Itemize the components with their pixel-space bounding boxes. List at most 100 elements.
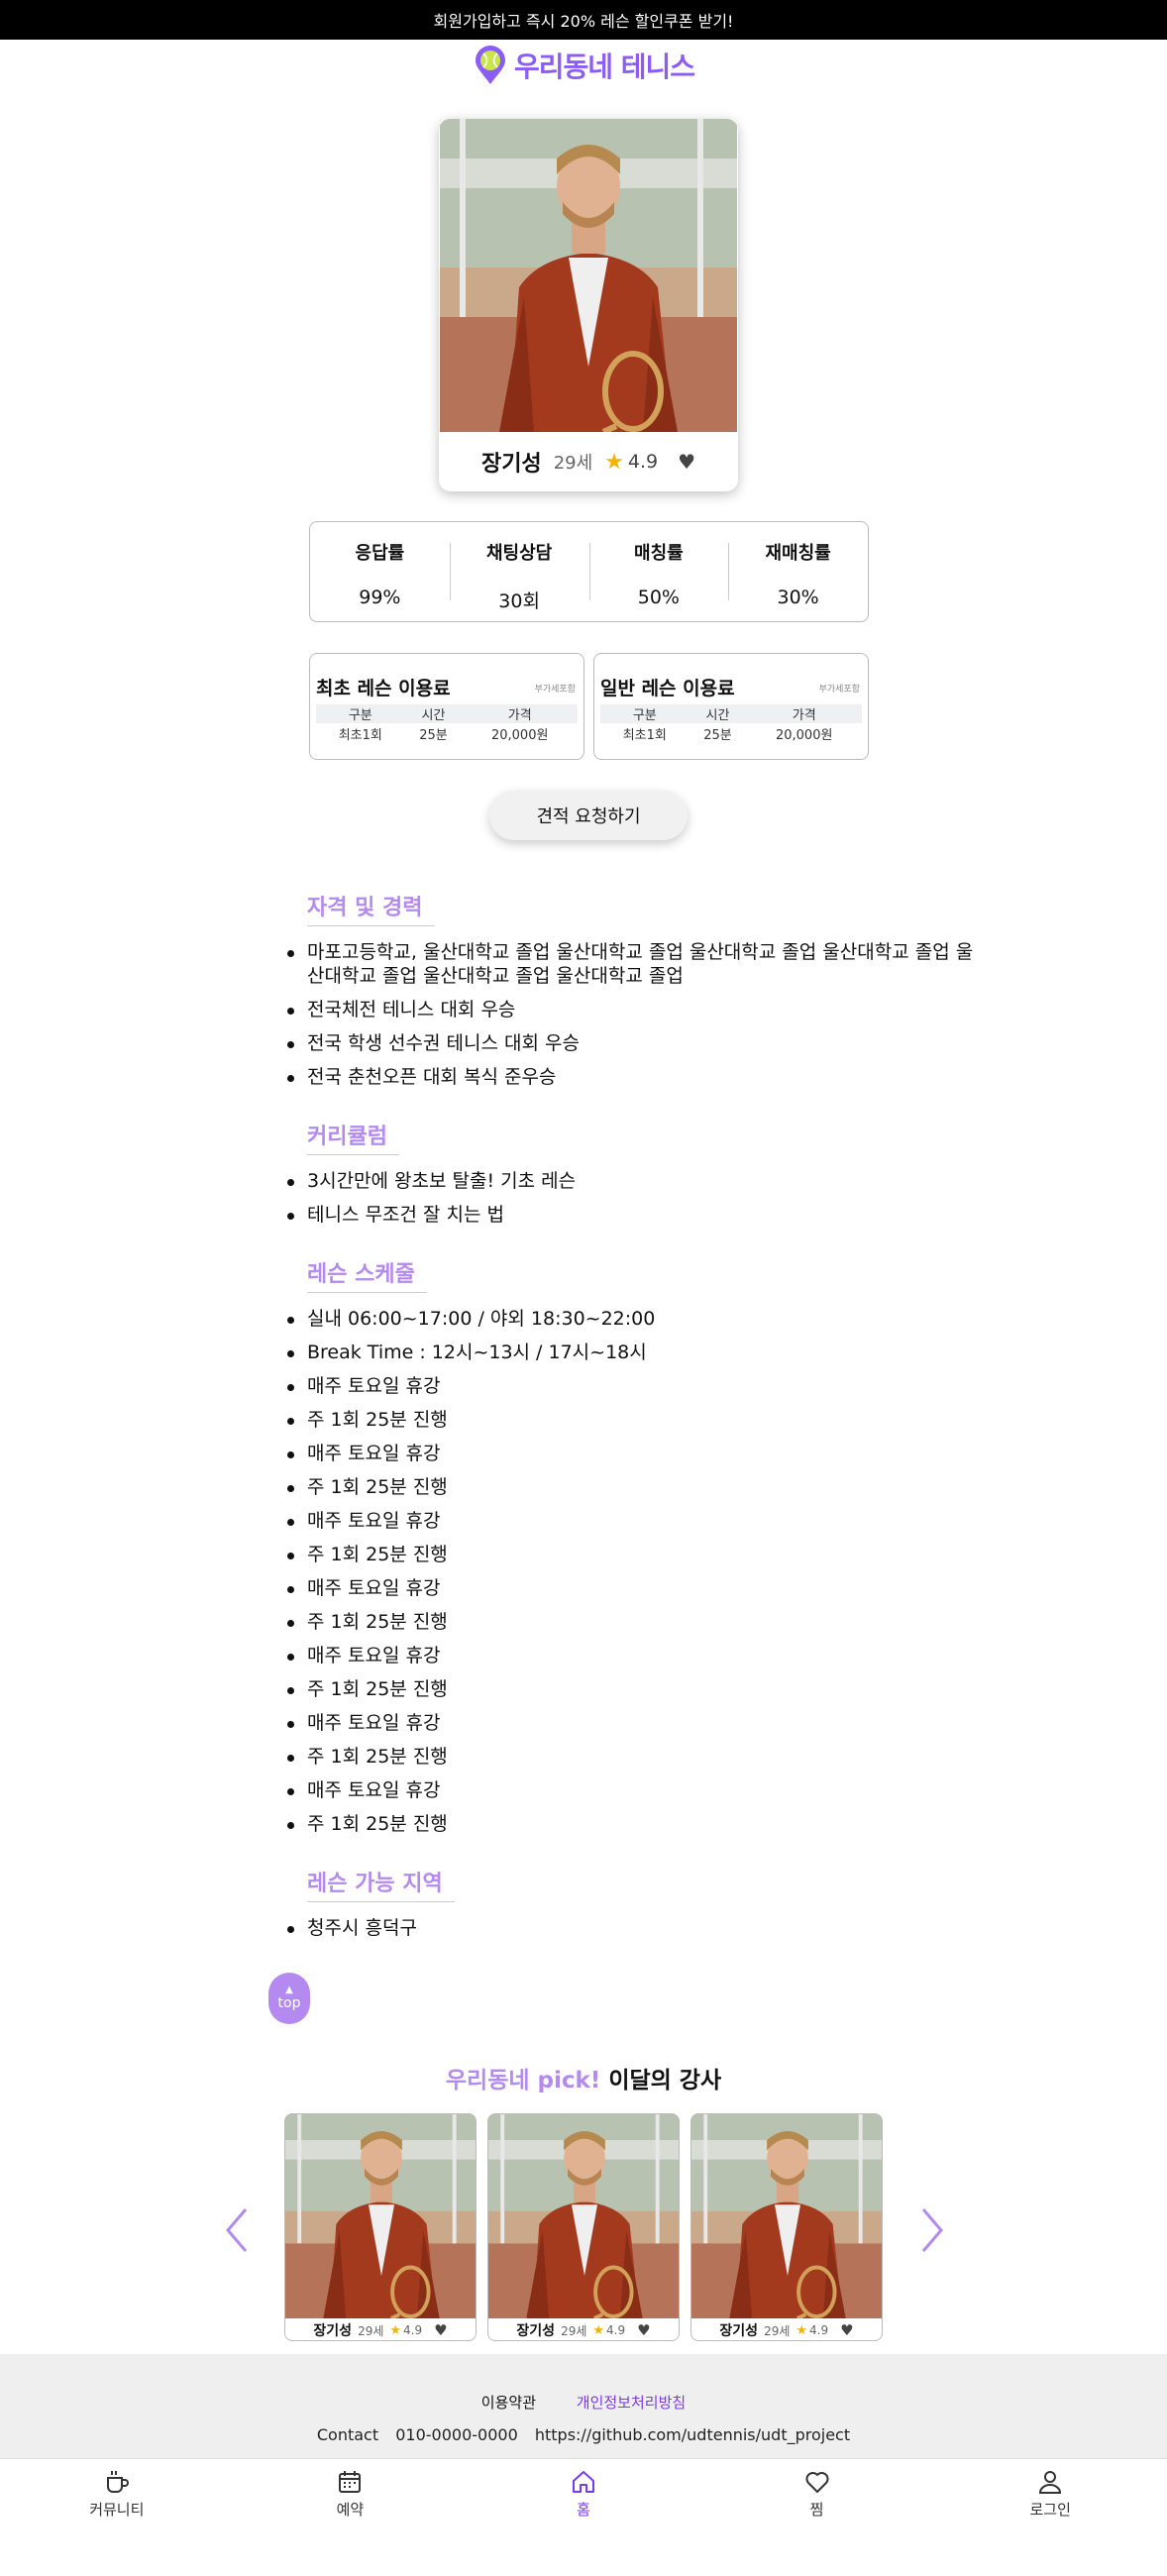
list-item: Break Time : 12시~13시 / 17시~18시: [287, 1341, 981, 1364]
scroll-top-button[interactable]: ▲ top: [268, 1973, 310, 2024]
promo-banner[interactable]: 회원가입하고 즉시 20% 레슨 할인쿠폰 받기!: [0, 0, 1167, 40]
list-item: 주 1회 25분 진행: [287, 1408, 981, 1432]
coach-card[interactable]: 장기성 29세 ★ 4.9 ♥: [284, 2113, 477, 2341]
price-header: 구분: [316, 704, 405, 723]
promo-banner-text: 회원가입하고 즉시 20% 레슨 할인쿠폰 받기!: [433, 12, 734, 31]
list-item: 주 1회 25분 진행: [287, 1677, 981, 1701]
list-item: 전국 학생 선수권 테니스 대회 우승: [287, 1031, 981, 1055]
coach-card[interactable]: 장기성 29세 ★ 4.9 ♥: [690, 2113, 883, 2341]
github-link[interactable]: https://github.com/udtennis/udt_project: [535, 2425, 850, 2444]
coffee-cup-icon: [106, 2471, 129, 2493]
stat-label: 채팅상담: [486, 543, 553, 564]
coach-card[interactable]: 장기성 29세 ★ 4.9 ♥: [487, 2113, 680, 2341]
coach-rating: 4.9: [809, 2323, 829, 2337]
top-label: top: [277, 1995, 301, 2011]
heart-icon[interactable]: ♥: [678, 450, 695, 474]
bottom-nav: 커뮤니티 예약 홈 찜 로그인: [0, 2458, 1167, 2576]
nav-item-community[interactable]: 커뮤니티: [0, 2459, 234, 2576]
stat-matching-rate: 매칭률 50%: [588, 539, 729, 608]
price-cell: 25분: [419, 727, 448, 743]
regular-lesson-price-box: 일반 레슨 이용료 부가세포함 구분 시간 가격 최초1회 25분 20,000…: [593, 653, 869, 760]
price-cell: 25분: [703, 727, 732, 743]
coach-rating: 4.9: [627, 451, 659, 473]
heart-icon: [805, 2472, 829, 2493]
price-cell: 최초1회: [622, 727, 667, 743]
stat-label: 응답률: [355, 543, 405, 564]
home-icon: [572, 2471, 594, 2493]
coach-info: 장기성 29세 ★ 4.9 ♥: [439, 432, 738, 491]
vat-note: 부가세포함: [534, 685, 576, 695]
list-item: 매주 토요일 휴강: [287, 1711, 981, 1735]
heart-icon[interactable]: ♥: [840, 2321, 853, 2339]
list-item: 주 1회 25분 진행: [287, 1745, 981, 1769]
heart-icon[interactable]: ♥: [434, 2321, 447, 2339]
star-icon: ★: [389, 2322, 402, 2338]
chevron-left-icon[interactable]: [222, 2205, 252, 2255]
list-item: 전국 춘천오픈 대회 복식 준우승: [287, 1065, 981, 1089]
nav-item-reservation[interactable]: 예약: [234, 2459, 468, 2576]
nav-label: 로그인: [1029, 2501, 1071, 2519]
coach-name: 장기성: [313, 2323, 353, 2339]
coach-card-info: 장기성 29세 ★ 4.9 ♥: [285, 2318, 476, 2340]
stat-response-rate: 응답률 99%: [310, 539, 450, 608]
coach-photo: [488, 2114, 680, 2318]
footer: 이용약관 개인정보처리방침 Contact 010-0000-0000 http…: [0, 2354, 1167, 2458]
vat-note: 부가세포함: [818, 685, 860, 695]
section-title: 레슨 스케줄: [307, 1256, 427, 1293]
price-table: 구분 시간 가격 최초1회 25분 20,000원: [600, 704, 862, 743]
footer-contact: Contact 010-0000-0000 https://github.com…: [0, 2425, 1167, 2444]
arrow-up-icon: ▲: [285, 1985, 293, 1995]
price-cell: 20,000원: [775, 727, 833, 743]
coach-profile-card: 장기성 29세 ★ 4.9 ♥: [439, 119, 738, 491]
list-item: 주 1회 25분 진행: [287, 1543, 981, 1566]
curriculum-section: 커리큘럼 3시간만에 왕초보 탈출! 기초 레슨 테니스 무조건 잘 치는 법: [287, 1119, 981, 1236]
nav-item-login[interactable]: 로그인: [933, 2459, 1167, 2576]
site-logo[interactable]: 우리동네 테니스: [0, 44, 1167, 87]
nav-label: 홈: [577, 2501, 590, 2519]
list-item: 청주시 흥덕구: [287, 1916, 981, 1940]
request-quote-button[interactable]: 견적 요청하기: [489, 791, 688, 840]
list-item: 주 1회 25분 진행: [287, 1812, 981, 1836]
list-item: 실내 06:00~17:00 / 야외 18:30~22:00: [287, 1307, 981, 1331]
pick-title-text: 이달의 강사: [608, 2068, 722, 2093]
list-item: 매주 토요일 휴강: [287, 1442, 981, 1465]
logo-text: 우리동네 테니스: [513, 51, 695, 83]
list-item: 주 1회 25분 진행: [287, 1610, 981, 1634]
privacy-policy-link[interactable]: 개인정보처리방침: [577, 2394, 686, 2412]
stat-value: 30%: [777, 587, 819, 608]
contact-label: Contact: [316, 2425, 379, 2444]
nav-item-favorites[interactable]: 찜: [700, 2459, 934, 2576]
heart-icon[interactable]: ♥: [637, 2321, 650, 2339]
career-list: 마포고등학교, 울산대학교 졸업 울산대학교 졸업 울산대학교 졸업 울산대학교…: [287, 940, 981, 1089]
first-lesson-price-box: 최초 레슨 이용료 부가세포함 구분 시간 가격 최초1회 25분 20,000…: [309, 653, 584, 760]
coach-photo: [285, 2114, 477, 2318]
stat-value: 30회: [498, 590, 540, 612]
footer-links: 이용약관 개인정보처리방침: [0, 2392, 1167, 2413]
coach-age: 29세: [561, 2323, 587, 2338]
schedule-section: 레슨 스케줄 실내 06:00~17:00 / 야외 18:30~22:00 B…: [287, 1256, 981, 1846]
nav-item-home[interactable]: 홈: [467, 2459, 700, 2576]
chevron-right-icon[interactable]: [917, 2205, 947, 2255]
tennis-ball-pin-icon: [475, 46, 505, 84]
calendar-icon: [339, 2471, 362, 2493]
stat-chat-consult: 채팅상담 30회: [449, 539, 589, 612]
contact-phone: 010-0000-0000: [395, 2425, 518, 2444]
star-icon: ★: [592, 2322, 605, 2338]
schedule-list: 실내 06:00~17:00 / 야외 18:30~22:00 Break Ti…: [287, 1307, 981, 1836]
coach-age: 29세: [764, 2323, 791, 2338]
price-cell: 20,000원: [490, 727, 549, 743]
list-item: 3시간만에 왕초보 탈출! 기초 레슨: [287, 1169, 981, 1193]
list-item: 마포고등학교, 울산대학교 졸업 울산대학교 졸업 울산대학교 졸업 울산대학교…: [287, 940, 981, 988]
stat-value: 50%: [637, 587, 680, 608]
list-item: 매주 토요일 휴강: [287, 1509, 981, 1533]
list-item: 매주 토요일 휴강: [287, 1778, 981, 1802]
stat-value: 99%: [359, 587, 401, 608]
section-title: 레슨 가능 지역: [307, 1866, 455, 1902]
career-section: 자격 및 경력 마포고등학교, 울산대학교 졸업 울산대학교 졸업 울산대학교 …: [287, 890, 981, 1099]
list-item: 주 1회 25분 진행: [287, 1475, 981, 1499]
terms-link[interactable]: 이용약관: [481, 2394, 536, 2412]
monthly-coach-title: 우리동네 pick! 이달의 강사: [0, 2061, 1167, 2094]
section-title: 자격 및 경력: [307, 890, 435, 926]
list-item: 매주 토요일 휴강: [287, 1644, 981, 1667]
price-table: 구분 시간 가격 최초1회 25분 20,000원: [316, 704, 578, 743]
